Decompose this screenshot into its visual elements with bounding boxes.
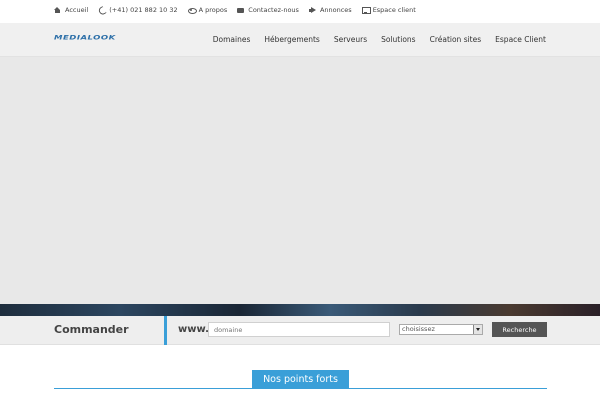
- top-link-accueil[interactable]: Accueil: [54, 6, 88, 14]
- domain-order-bar: Commander www. choisissez Recherche: [0, 316, 600, 345]
- top-link-label: Accueil: [65, 6, 89, 14]
- order-title: Commander: [54, 323, 129, 336]
- top-link-espace-client[interactable]: Espace client: [361, 6, 416, 14]
- top-link-contact[interactable]: Contactez-nous: [237, 6, 299, 14]
- megaphone-icon: [308, 7, 316, 13]
- hero-slider: [0, 57, 600, 304]
- monitor-icon: [361, 7, 371, 14]
- nav-item-serveurs[interactable]: Serveurs: [334, 35, 367, 44]
- mail-icon: [237, 7, 245, 13]
- site-logo[interactable]: Medialook: [54, 34, 116, 42]
- search-button[interactable]: Recherche: [492, 322, 547, 337]
- nav-item-creation-sites[interactable]: Création sites: [430, 35, 482, 44]
- top-link-label: Annonces: [319, 6, 352, 14]
- top-link-label: Contactez-nous: [248, 6, 299, 14]
- section-title: Nos points forts: [252, 370, 349, 389]
- main-nav: Domaines Hébergements Serveurs Solutions…: [199, 35, 546, 44]
- top-link-label: Espace client: [372, 6, 416, 14]
- www-prefix: www.: [178, 324, 209, 335]
- top-link-annonces[interactable]: Annonces: [308, 6, 352, 14]
- hero-banner-strip: [0, 304, 600, 316]
- top-link-apropos[interactable]: A propos: [187, 6, 228, 14]
- site-header: Medialook Domaines Hébergements Serveurs…: [0, 23, 600, 57]
- top-utility-bar: Accueil (+41) 021 882 10 32 A propos Con…: [0, 0, 600, 23]
- order-divider: [164, 316, 167, 345]
- extension-select[interactable]: choisissez: [399, 324, 483, 335]
- top-link-phone[interactable]: (+41) 021 882 10 32: [98, 6, 177, 14]
- phone-icon: [98, 7, 105, 13]
- eye-icon: [187, 7, 197, 14]
- nav-item-domaines[interactable]: Domaines: [213, 35, 251, 44]
- top-link-label: A propos: [198, 6, 228, 14]
- top-links: Accueil (+41) 021 882 10 32 A propos Con…: [54, 6, 426, 14]
- home-icon: [54, 7, 61, 13]
- chevron-down-icon[interactable]: [473, 325, 482, 334]
- nav-item-espace-client[interactable]: Espace Client: [495, 35, 546, 44]
- nav-item-hebergements[interactable]: Hébergements: [264, 35, 319, 44]
- top-link-label: (+41) 021 882 10 32: [109, 6, 178, 14]
- domain-input[interactable]: [208, 322, 390, 337]
- nav-item-solutions[interactable]: Solutions: [381, 35, 415, 44]
- extension-select-value: choisissez: [402, 325, 435, 333]
